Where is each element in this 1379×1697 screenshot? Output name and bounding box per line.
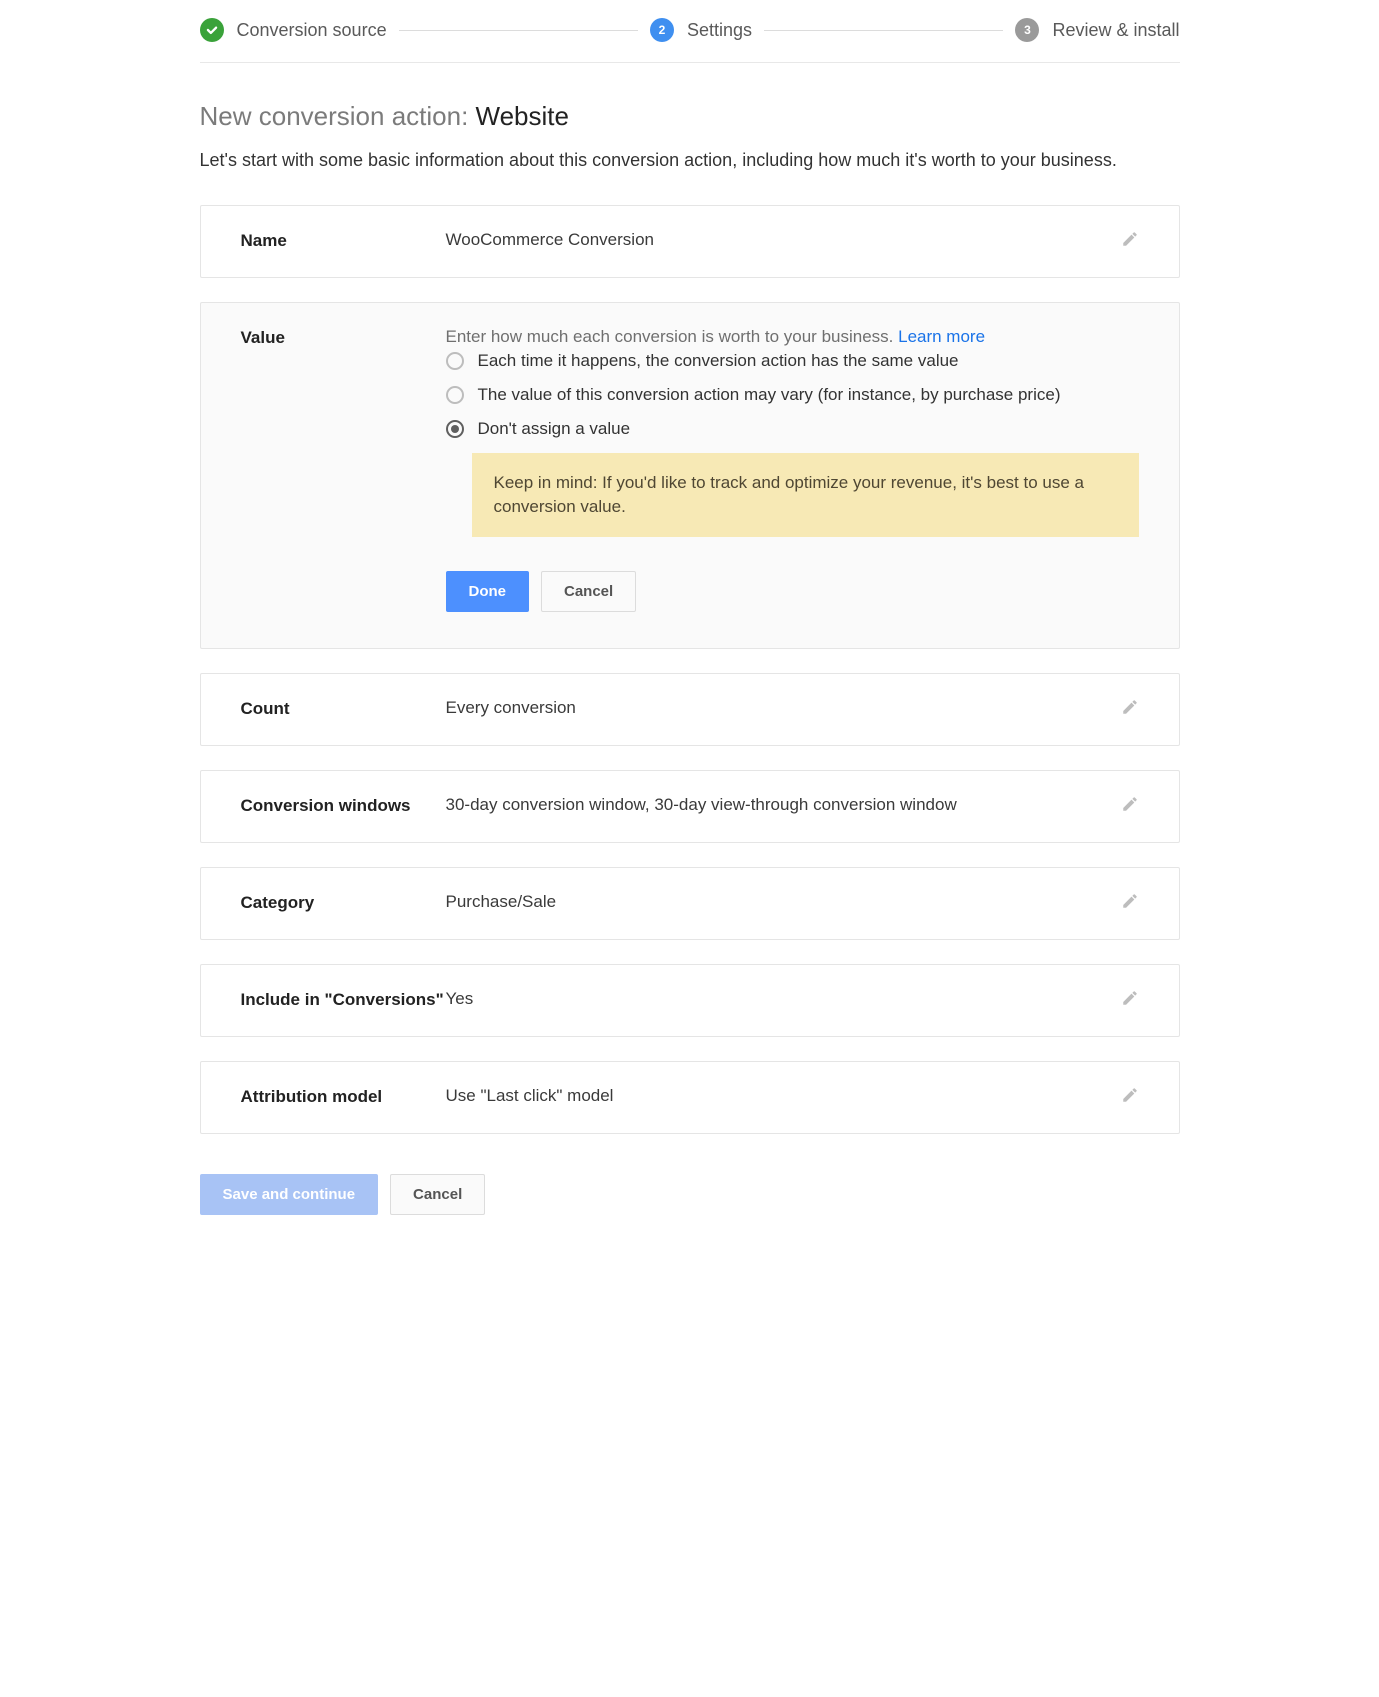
radio-icon[interactable] (446, 352, 464, 370)
card-count: Count Every conversion (200, 673, 1180, 746)
step-label: Review & install (1052, 20, 1179, 41)
pencil-icon[interactable] (1109, 892, 1139, 915)
pencil-icon[interactable] (1109, 1086, 1139, 1109)
radio-label: Don't assign a value (478, 419, 631, 439)
card-conversion-windows: Conversion windows 30-day conversion win… (200, 770, 1180, 843)
pencil-icon[interactable] (1109, 989, 1139, 1012)
include-value: Yes (446, 989, 1109, 1009)
pencil-icon[interactable] (1109, 698, 1139, 721)
stepper-nav: Conversion source 2 Settings 3 Review & … (200, 0, 1180, 63)
step-conversion-source[interactable]: Conversion source (200, 18, 387, 42)
card-category: Category Purchase/Sale (200, 867, 1180, 940)
pencil-icon[interactable] (1109, 230, 1139, 253)
check-circle-icon (200, 18, 224, 42)
value-label: Value (241, 327, 446, 349)
connector (764, 30, 1003, 31)
title-prefix: New conversion action: (200, 101, 476, 131)
category-value: Purchase/Sale (446, 892, 1109, 912)
radio-icon[interactable] (446, 386, 464, 404)
category-label: Category (241, 892, 446, 914)
name-label: Name (241, 230, 446, 252)
done-button[interactable]: Done (446, 571, 530, 612)
name-value: WooCommerce Conversion (446, 230, 1109, 250)
step-number-icon: 3 (1015, 18, 1039, 42)
footer-actions: Save and continue Cancel (200, 1174, 1180, 1215)
count-value: Every conversion (446, 698, 1109, 718)
step-number-icon: 2 (650, 18, 674, 42)
windows-value: 30-day conversion window, 30-day view-th… (446, 795, 1109, 815)
count-label: Count (241, 698, 446, 720)
cancel-button[interactable]: Cancel (390, 1174, 485, 1215)
page-title: New conversion action: Website (200, 101, 1180, 132)
card-value: Value Enter how much each conversion is … (200, 302, 1180, 649)
radio-no-value[interactable]: Don't assign a value (446, 419, 1139, 439)
step-settings[interactable]: 2 Settings (650, 18, 752, 42)
step-label: Conversion source (237, 20, 387, 41)
radio-same-value[interactable]: Each time it happens, the conversion act… (446, 351, 1139, 371)
learn-more-link[interactable]: Learn more (898, 327, 985, 346)
radio-label: Each time it happens, the conversion act… (478, 351, 959, 371)
step-label: Settings (687, 20, 752, 41)
step-review-install[interactable]: 3 Review & install (1015, 18, 1179, 42)
radio-icon[interactable] (446, 420, 464, 438)
attribution-label: Attribution model (241, 1086, 446, 1108)
cancel-button[interactable]: Cancel (541, 571, 636, 612)
windows-label: Conversion windows (241, 795, 446, 817)
warning-box: Keep in mind: If you'd like to track and… (472, 453, 1139, 537)
radio-varying-value[interactable]: The value of this conversion action may … (446, 385, 1139, 405)
title-subject: Website (476, 101, 569, 131)
page-subtitle: Let's start with some basic information … (200, 150, 1180, 171)
card-name: Name WooCommerce Conversion (200, 205, 1180, 278)
save-and-continue-button[interactable]: Save and continue (200, 1174, 379, 1215)
radio-label: The value of this conversion action may … (478, 385, 1061, 405)
connector (399, 30, 638, 31)
card-attribution-model: Attribution model Use "Last click" model (200, 1061, 1180, 1134)
value-intro: Enter how much each conversion is worth … (446, 327, 986, 346)
attribution-value: Use "Last click" model (446, 1086, 1109, 1106)
pencil-icon[interactable] (1109, 795, 1139, 818)
card-include-conversions: Include in "Conversions" Yes (200, 964, 1180, 1037)
include-label: Include in "Conversions" (241, 989, 446, 1011)
